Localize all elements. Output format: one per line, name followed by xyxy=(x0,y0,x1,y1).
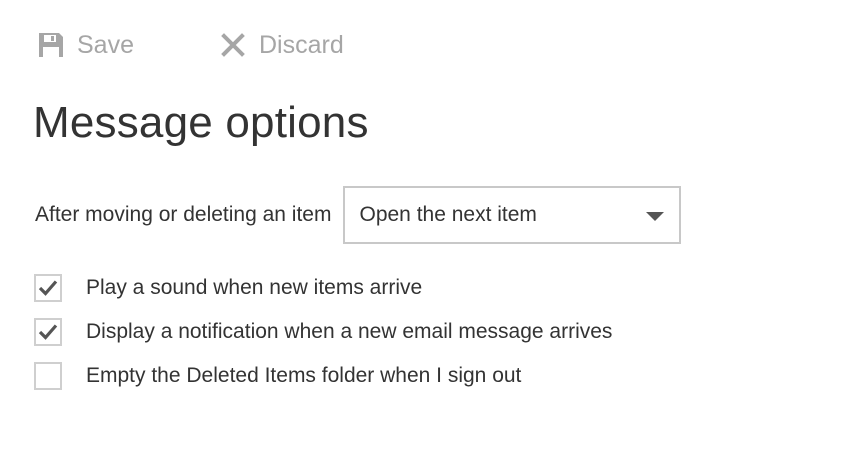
toolbar: Save Discard xyxy=(36,26,344,64)
options-list: Play a sound when new items arrive Displ… xyxy=(34,266,612,398)
display-notification-checkbox[interactable] xyxy=(34,318,62,346)
save-button[interactable]: Save xyxy=(36,26,134,64)
option-display-notification[interactable]: Display a notification when a new email … xyxy=(34,310,612,354)
play-sound-label: Play a sound when new items arrive xyxy=(86,276,423,299)
checkmark-icon xyxy=(38,324,58,340)
play-sound-checkbox[interactable] xyxy=(34,274,62,302)
after-move-delete-dropdown[interactable]: Open the next item xyxy=(343,186,682,244)
after-move-delete-label: After moving or deleting an item xyxy=(35,203,332,226)
chevron-down-icon xyxy=(646,211,665,221)
discard-label: Discard xyxy=(258,30,344,59)
display-notification-label: Display a notification when a new email … xyxy=(86,320,613,343)
save-label: Save xyxy=(77,30,134,59)
close-icon xyxy=(218,30,248,60)
discard-button[interactable]: Discard xyxy=(218,26,344,64)
save-icon xyxy=(36,30,66,60)
after-move-delete-row: After moving or deleting an item Open th… xyxy=(35,186,682,244)
dropdown-selected-value: Open the next item xyxy=(359,203,537,226)
page-title: Message options xyxy=(33,98,369,147)
checkmark-icon xyxy=(38,280,58,296)
empty-deleted-items-label: Empty the Deleted Items folder when I si… xyxy=(86,364,522,387)
option-empty-deleted-items[interactable]: Empty the Deleted Items folder when I si… xyxy=(34,354,612,398)
message-options-page: Save Discard Message options After movin… xyxy=(0,0,846,460)
option-play-sound[interactable]: Play a sound when new items arrive xyxy=(34,266,612,310)
empty-deleted-items-checkbox[interactable] xyxy=(34,362,62,390)
